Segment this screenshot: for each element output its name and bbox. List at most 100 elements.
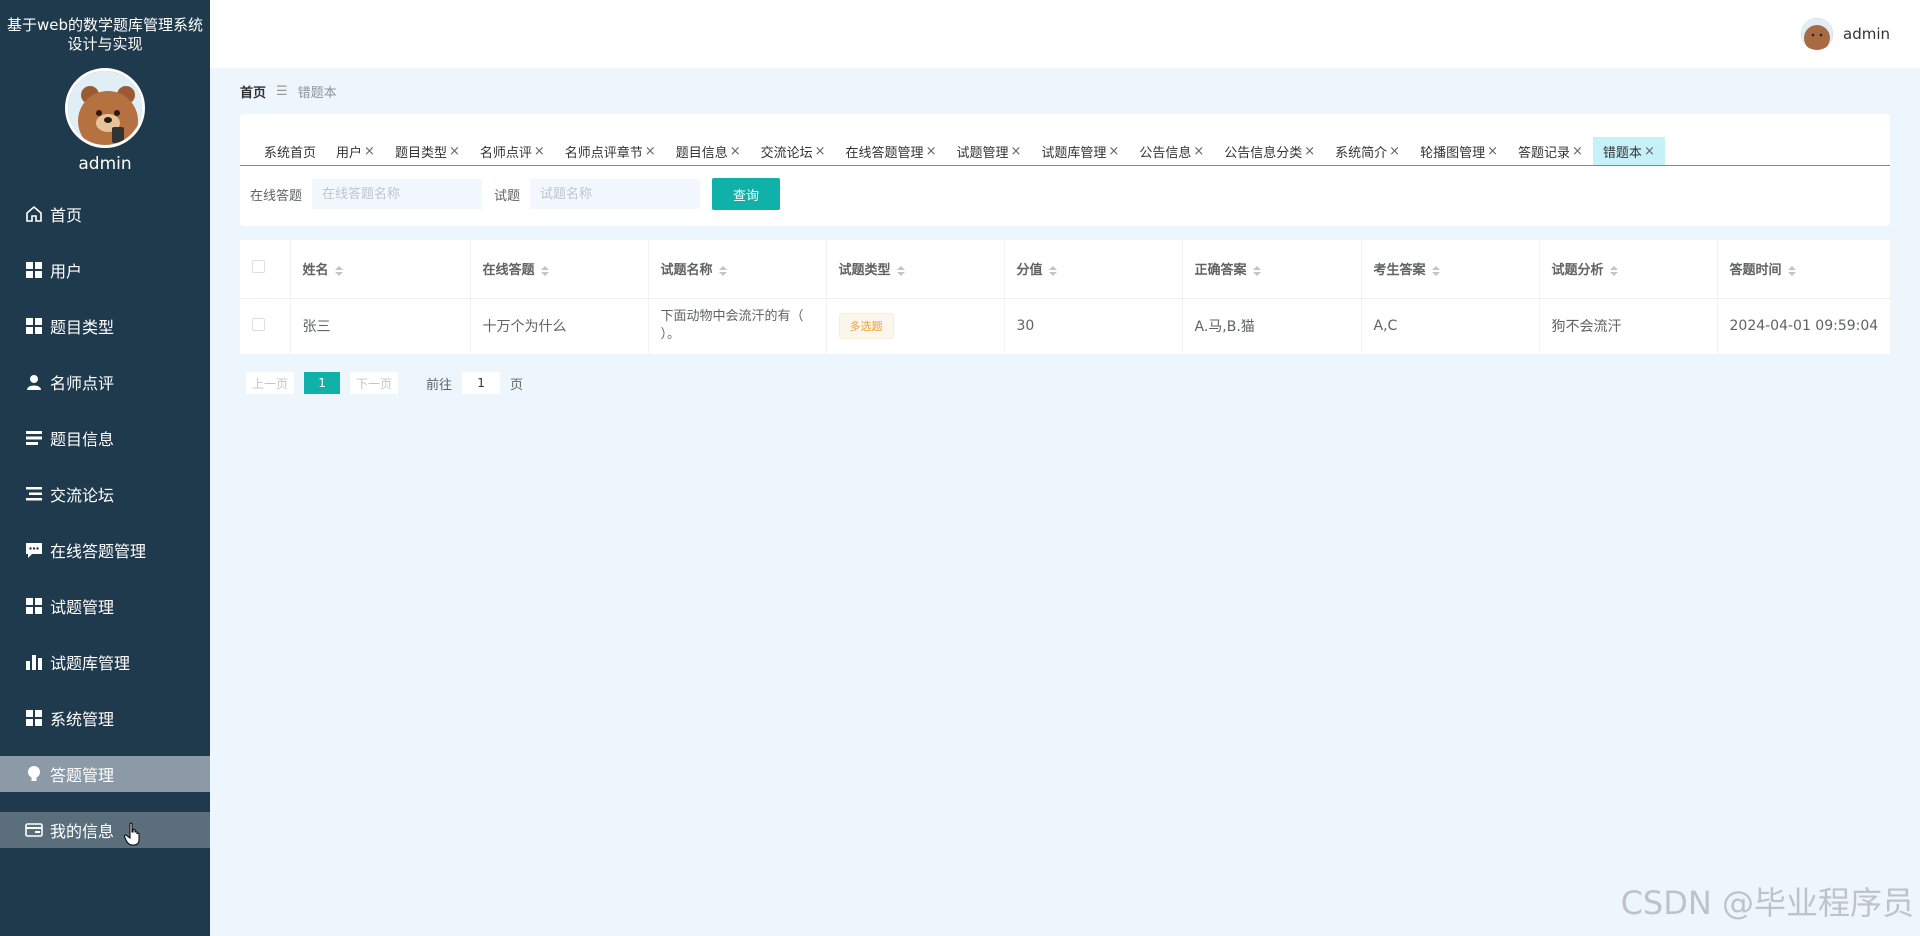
tab-users[interactable]: 用户 × <box>326 137 385 165</box>
sidebar-item-users[interactable]: 用户 <box>0 252 210 288</box>
page-number[interactable]: 1 <box>304 372 341 394</box>
tab-announcements[interactable]: 公告信息 × <box>1129 137 1214 165</box>
tab-question-info[interactable]: 题目信息 × <box>666 137 751 165</box>
close-icon[interactable]: × <box>1389 144 1400 159</box>
column-header[interactable]: 正确答案 <box>1182 240 1362 299</box>
column-header[interactable]: 考生答案 <box>1361 240 1540 299</box>
sidebar: 基于web的数学题库管理系统设计与实现 admin 首页 用户 题目类型 名师点… <box>0 0 210 936</box>
close-icon[interactable]: × <box>815 144 826 159</box>
sidebar-item-forum[interactable]: 交流论坛 <box>0 476 210 512</box>
online-quiz-label: 在线答题 <box>250 188 303 204</box>
home-icon <box>24 204 44 224</box>
close-icon[interactable]: × <box>1010 144 1021 159</box>
row-checkbox[interactable] <box>252 317 265 331</box>
close-icon[interactable]: × <box>926 144 937 159</box>
sidebar-item-system-management[interactable]: 系统管理 <box>0 700 210 736</box>
column-header[interactable]: 分值 <box>1004 240 1183 299</box>
sidebar-item-answer-management[interactable]: 答题管理 <box>0 756 210 792</box>
sidebar-item-home[interactable]: 首页 <box>0 196 210 232</box>
sidebar-item-label: 试题库管理 <box>50 654 131 673</box>
tab-answer-records[interactable]: 答题记录 × <box>1508 137 1593 165</box>
sort-icon[interactable] <box>1787 265 1796 276</box>
search-bar: 在线答题 试题 查询 <box>240 166 1890 222</box>
tab-carousel[interactable]: 轮播图管理 × <box>1410 137 1508 165</box>
column-header[interactable]: 试题类型 <box>826 240 1005 299</box>
sort-icon[interactable] <box>1252 265 1261 276</box>
tab-question-bank[interactable]: 试题库管理 × <box>1031 137 1129 165</box>
column-label: 试题分析 <box>1551 263 1604 279</box>
tab-label: 系统首页 <box>264 145 317 161</box>
tab-online-quiz[interactable]: 在线答题管理 × <box>836 137 947 165</box>
tab-announcement-categories[interactable]: 公告信息分类 × <box>1214 137 1325 165</box>
column-header[interactable]: 试题分析 <box>1539 240 1718 299</box>
close-icon[interactable]: × <box>1108 144 1119 159</box>
table-row[interactable]: 张三 十万个为什么 下面动物中会流汗的有（ ）。 多选题 30 A.马,B.猫 … <box>240 298 1891 354</box>
sidebar-item-question-types[interactable]: 题目类型 <box>0 308 210 344</box>
prev-page-button[interactable]: 上一页 <box>246 372 295 394</box>
user-menu[interactable]: admin <box>1801 18 1890 50</box>
tab-forum[interactable]: 交流论坛 × <box>751 137 836 165</box>
question-input[interactable] <box>530 179 701 209</box>
goto-page-input[interactable] <box>462 372 501 394</box>
sort-icon[interactable] <box>540 265 549 276</box>
cell-online-quiz: 十万个为什么 <box>470 298 649 354</box>
column-label: 试题类型 <box>838 263 891 279</box>
column-header[interactable]: 答题时间 <box>1717 240 1891 299</box>
tab-question-types[interactable]: 题目类型 × <box>385 137 470 165</box>
tab-review-chapters[interactable]: 名师点评章节 × <box>555 137 666 165</box>
column-label: 答题时间 <box>1729 263 1782 279</box>
tab-wrong-questions[interactable]: 错题本 × <box>1592 137 1665 165</box>
sidebar-item-teacher-reviews[interactable]: 名师点评 <box>0 364 210 400</box>
close-icon[interactable]: × <box>1644 144 1655 159</box>
tab-system-home[interactable]: 系统首页 <box>254 137 326 165</box>
top-header: admin <box>210 0 1920 68</box>
cell-score: 30 <box>1004 298 1183 354</box>
breadcrumb-home[interactable]: 首页 <box>240 82 266 101</box>
page-unit-label: 页 <box>510 377 524 393</box>
tab-teacher-reviews[interactable]: 名师点评 × <box>470 137 555 165</box>
close-icon[interactable]: × <box>449 144 460 159</box>
sidebar-item-my-info[interactable]: 我的信息 <box>0 812 210 848</box>
sidebar-item-question-bank[interactable]: 试题库管理 <box>0 644 210 680</box>
close-icon[interactable]: × <box>1572 144 1583 159</box>
row-checkbox-cell <box>240 298 291 354</box>
close-icon[interactable]: × <box>364 144 375 159</box>
column-header[interactable]: 姓名 <box>290 240 471 299</box>
sort-icon[interactable] <box>1609 265 1618 276</box>
tab-label: 名师点评章节 <box>564 145 643 161</box>
user-icon <box>24 372 44 392</box>
sort-icon[interactable] <box>1048 265 1057 276</box>
close-icon[interactable]: × <box>1304 144 1315 159</box>
close-icon[interactable]: × <box>1193 144 1204 159</box>
column-label: 正确答案 <box>1194 263 1247 279</box>
cell-correct-answer: A.马,B.猫 <box>1182 298 1362 354</box>
avatar <box>1801 18 1833 50</box>
grid-icon <box>24 260 44 280</box>
next-page-button[interactable]: 下一页 <box>350 372 399 394</box>
sort-icon[interactable] <box>1431 265 1440 276</box>
sort-icon[interactable] <box>718 265 727 276</box>
tab-label: 轮播图管理 <box>1420 145 1486 161</box>
query-button[interactable]: 查询 <box>712 178 781 210</box>
close-icon[interactable]: × <box>534 144 545 159</box>
column-header[interactable]: 试题名称 <box>648 240 827 299</box>
close-icon[interactable]: × <box>730 144 741 159</box>
hand-cursor-icon <box>124 822 140 846</box>
tab-label: 用户 <box>336 145 363 161</box>
avatar[interactable] <box>65 68 145 148</box>
close-icon[interactable]: × <box>1487 144 1498 159</box>
online-quiz-input[interactable] <box>312 179 483 209</box>
sort-icon[interactable] <box>896 265 905 276</box>
sidebar-item-online-quiz[interactable]: 在线答题管理 <box>0 532 210 568</box>
tab-exam-questions[interactable]: 试题管理 × <box>946 137 1031 165</box>
tab-system-intro[interactable]: 系统简介 × <box>1325 137 1410 165</box>
breadcrumb: 首页 ☰ 错题本 <box>240 82 337 101</box>
column-header[interactable]: 在线答题 <box>470 240 649 299</box>
select-all-checkbox[interactable] <box>252 260 265 274</box>
bar-chart-icon <box>24 652 44 672</box>
close-icon[interactable]: × <box>645 144 656 159</box>
sort-icon[interactable] <box>334 265 343 276</box>
sidebar-item-exam-questions[interactable]: 试题管理 <box>0 588 210 624</box>
card-icon <box>24 820 44 840</box>
sidebar-item-question-info[interactable]: 题目信息 <box>0 420 210 456</box>
